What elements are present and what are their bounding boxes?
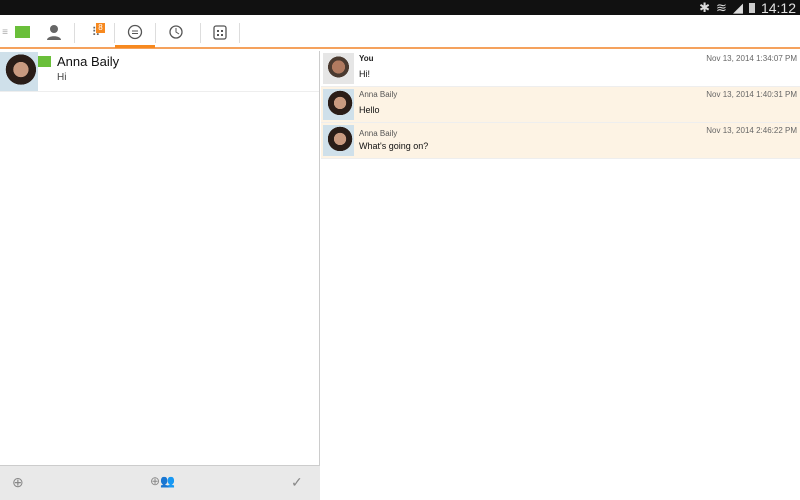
last-message: Hi <box>57 72 67 83</box>
message-item: Anna Baily Nov 13, 2014 1:40:31 PM Hello <box>321 87 800 123</box>
conversation-item[interactable]: Anna Baily Hi <box>0 51 319 92</box>
signal-icon: ◢ <box>732 0 743 15</box>
tab-directory[interactable] <box>206 15 234 49</box>
new-chat-icon[interactable]: ⊕ <box>12 474 24 491</box>
flag-icon <box>38 56 51 67</box>
chat-icon <box>127 24 143 40</box>
top-toolbar: ≡ ⠿ 8 <box>0 15 800 49</box>
message-timestamp: Nov 13, 2014 2:46:22 PM <box>706 126 797 135</box>
message-sender: You <box>359 54 374 63</box>
presence-flag-button[interactable] <box>12 15 32 49</box>
wifi-icon: ≋ <box>716 0 727 15</box>
history-icon <box>169 25 183 39</box>
message-sender: Anna Baily <box>359 129 398 138</box>
conversation-list: Anna Baily Hi <box>0 51 320 500</box>
message-text: Hi! <box>359 69 370 79</box>
battery-icon <box>748 2 755 13</box>
tab-contacts[interactable] <box>40 15 68 49</box>
message-timestamp: Nov 13, 2014 1:40:31 PM <box>706 90 797 99</box>
avatar <box>323 125 354 156</box>
message-sender: Anna Baily <box>359 90 398 99</box>
message-item: You Nov 13, 2014 1:34:07 PM Hi! <box>321 51 800 87</box>
checkmark-icon[interactable]: ✓ <box>291 474 303 491</box>
message-timestamp: Nov 13, 2014 1:34:07 PM <box>706 54 797 63</box>
message-item: Anna Baily Nov 13, 2014 2:46:22 PM What'… <box>321 123 800 159</box>
menu-icon[interactable]: ≡ <box>0 15 10 49</box>
clock: 14:12 <box>760 0 796 16</box>
bottom-action-bar: ⊕ ⊕👥 ✓ <box>0 465 320 500</box>
avatar <box>0 52 38 91</box>
tab-chat[interactable] <box>118 15 152 49</box>
flag-icon <box>14 26 30 38</box>
contact-name: Anna Baily <box>57 54 120 69</box>
tab-call-history[interactable] <box>160 15 190 49</box>
bluetooth-icon: ✱ <box>699 0 711 15</box>
building-icon <box>213 25 227 40</box>
person-icon <box>47 25 61 40</box>
message-text: What's going on? <box>359 141 429 151</box>
new-group-chat-icon[interactable]: ⊕👥 <box>150 474 175 488</box>
message-text: Hello <box>359 105 380 115</box>
active-tab-indicator <box>115 45 155 48</box>
dialpad-badge: 8 <box>96 23 105 33</box>
avatar <box>323 89 354 120</box>
status-bar: ✱ ≋ ◢ 14:12 <box>0 0 800 16</box>
avatar <box>323 53 354 84</box>
message-thread: You Nov 13, 2014 1:34:07 PM Hi! Anna Bai… <box>321 51 800 159</box>
